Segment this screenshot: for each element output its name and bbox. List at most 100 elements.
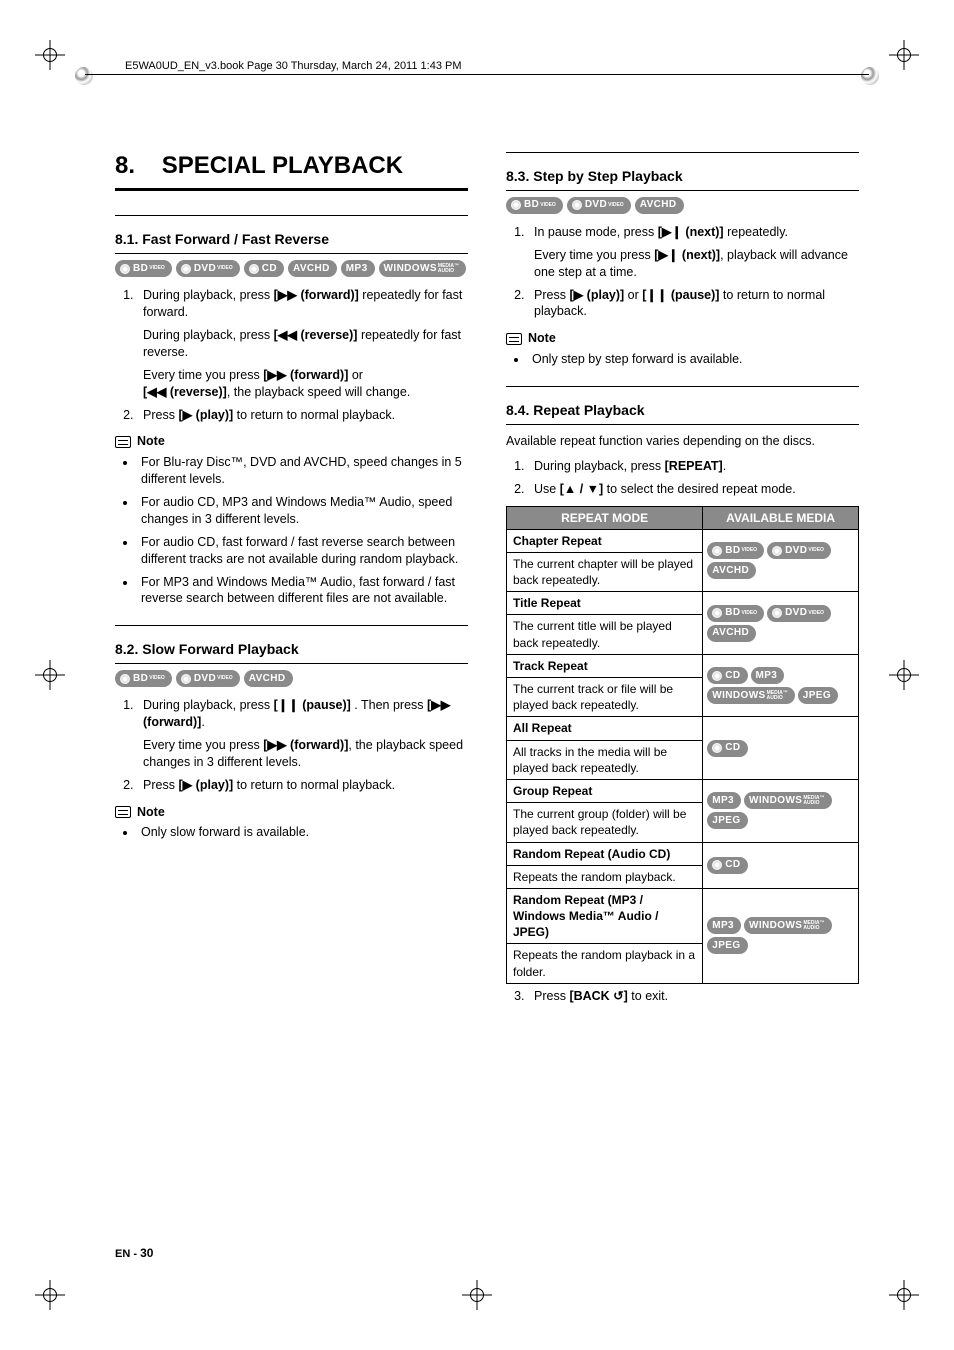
badge-main: MP3 xyxy=(756,671,778,681)
repeat-mode-desc: The current track or file will be played… xyxy=(507,678,703,717)
badge-main: MP3 xyxy=(346,264,368,274)
step-1-extra2: Every time you press [▶▶ (forward)] or xyxy=(143,368,363,382)
badge-sub: VIDEO xyxy=(217,266,233,271)
badge-main: AVCHD xyxy=(712,566,749,576)
badge-main: WINDOWS xyxy=(749,796,802,806)
running-header: E5WA0UD_EN_v3.book Page 30 Thursday, Mar… xyxy=(125,60,462,72)
badge-mp3: MP3 xyxy=(751,667,785,684)
disc-icon xyxy=(572,200,582,210)
disc-icon xyxy=(120,264,130,274)
disc-icon xyxy=(249,264,259,274)
section-8-3-title: 8.3. Step by Step Playback xyxy=(506,167,859,186)
badge-sub: MEDIA™AUDIO xyxy=(803,796,824,806)
note-heading: Note xyxy=(115,804,468,821)
disc-icon xyxy=(75,67,93,85)
disc-icon xyxy=(712,608,722,618)
repeat-mode-media: CD xyxy=(703,842,859,888)
footer-lang: EN xyxy=(115,1248,130,1260)
badge-sub: VIDEO xyxy=(217,676,233,681)
section-8-3-steps: In pause mode, press [▶❙ (next)] repeate… xyxy=(506,224,859,320)
repeat-mode-media: MP3WINDOWSMEDIA™AUDIOJPEG xyxy=(703,779,859,842)
badge-main: AVCHD xyxy=(249,674,286,684)
disc-icon xyxy=(712,860,722,870)
badge-main: MP3 xyxy=(712,921,734,931)
repeat-mode-desc: Repeats the random playback in a folder. xyxy=(507,944,703,983)
repeat-mode-name: Random Repeat (Audio CD) xyxy=(507,842,703,865)
badge-jpeg: JPEG xyxy=(707,937,747,954)
step-1-extra1: During playback, press [◀◀ (reverse)] re… xyxy=(143,327,468,361)
badge-sub: MEDIA™AUDIO xyxy=(438,264,459,274)
repeat-mode-desc: The current title will be played back re… xyxy=(507,615,703,654)
section-8-2-badges: BDVIDEODVDVIDEOAVCHD xyxy=(115,670,468,687)
section-8-3-badges: BDVIDEO DVDVIDEO AVCHD xyxy=(506,197,859,214)
badge-bd: BDVIDEO xyxy=(115,260,172,277)
note-label: Note xyxy=(528,330,556,347)
badge-bd: BDVIDEO xyxy=(707,605,764,622)
disc-icon xyxy=(181,264,191,274)
disc-icon xyxy=(712,546,722,556)
footer-page-number: 30 xyxy=(140,1246,153,1260)
badge-dvd: DVDVIDEO xyxy=(767,542,831,559)
page-body: 8. SPECIAL PLAYBACK 8.1. Fast Forward / … xyxy=(115,150,859,1240)
badge-sub: VIDEO xyxy=(808,548,824,553)
note-item: For Blu-ray Disc™, DVD and AVCHD, speed … xyxy=(137,454,468,488)
badge-wma: WINDOWSMEDIA™AUDIO xyxy=(707,687,794,704)
badge-main: AVCHD xyxy=(640,200,677,210)
repeat-mode-name: Chapter Repeat xyxy=(507,529,703,552)
crop-mark xyxy=(889,40,919,70)
section-8-2-notes: Only slow forward is available. xyxy=(115,824,468,841)
step-2: Use [▲ / ▼] to select the desired repeat… xyxy=(528,481,859,498)
note-item: For MP3 and Windows Media™ Audio, fast f… xyxy=(137,574,468,608)
badge-dvd: DVDVIDEO xyxy=(767,605,831,622)
note-icon xyxy=(115,436,131,448)
header-rule xyxy=(85,74,869,75)
section-8-1-notes: For Blu-ray Disc™, DVD and AVCHD, speed … xyxy=(115,454,468,607)
repeat-mode-name: All Repeat xyxy=(507,717,703,740)
badge-main: JPEG xyxy=(803,691,831,701)
badge-sub: VIDEO xyxy=(608,203,624,208)
badge-mp3: MP3 xyxy=(707,917,741,934)
crop-mark xyxy=(35,660,65,690)
badge-main: MP3 xyxy=(712,796,734,806)
badge-main: CD xyxy=(725,671,740,681)
badge-main: BD xyxy=(133,264,148,274)
section-8-4-title: 8.4. Repeat Playback xyxy=(506,401,859,420)
step-1: During playback, press [▶▶ (forward)] re… xyxy=(137,287,468,400)
badge-bd: BDVIDEO xyxy=(506,197,563,214)
note-item: For audio CD, MP3 and Windows Media™ Aud… xyxy=(137,494,468,528)
note-heading: Note xyxy=(115,433,468,450)
step-3: Press [BACK ↺] to exit. xyxy=(528,988,859,1005)
step-2: Press [▶ (play)] to return to normal pla… xyxy=(137,407,468,424)
badge-mp3: MP3 xyxy=(707,792,741,809)
disc-icon xyxy=(861,67,879,85)
step-1-extra1: Every time you press [▶▶ (forward)], the… xyxy=(143,737,468,771)
badge-sub: MEDIA™AUDIO xyxy=(767,691,788,701)
badge-main: CD xyxy=(262,264,277,274)
crop-mark xyxy=(35,40,65,70)
right-column: 8.3. Step by Step Playback BDVIDEODVDVID… xyxy=(506,150,859,1240)
section-8-1-badges: BDVIDEODVDVIDEOCDAVCHDMP3WINDOWSMEDIA™AU… xyxy=(115,260,468,277)
section-8-4-intro: Available repeat function varies dependi… xyxy=(506,433,859,450)
chapter-number: 8. xyxy=(115,152,135,179)
badge-main: DVD xyxy=(585,200,607,210)
badge-sub: VIDEO xyxy=(808,611,824,616)
section-8-4-step3: Press [BACK ↺] to exit. xyxy=(506,988,859,1005)
note-item: Only step by step forward is available. xyxy=(528,351,859,368)
crop-mark xyxy=(462,1280,492,1310)
section-8-1-steps: During playback, press [▶▶ (forward)] re… xyxy=(115,287,468,423)
badge-main: AVCHD xyxy=(293,264,330,274)
badge-wma: WINDOWSMEDIA™AUDIO xyxy=(379,260,466,277)
step-1-extra1: Every time you press [▶❙ (next)], playba… xyxy=(534,247,859,281)
badge-avchd: AVCHD xyxy=(288,260,337,277)
badge-main: WINDOWS xyxy=(749,921,802,931)
badge-main: DVD xyxy=(785,546,807,556)
step-1: During playback, press [❙❙ (pause)] . Th… xyxy=(137,697,468,771)
step-1-body: During playback, press [❙❙ (pause)] . Th… xyxy=(143,698,450,729)
badge-sub: VIDEO xyxy=(742,548,758,553)
badge-dvd: DVDVIDEO xyxy=(176,260,240,277)
repeat-mode-table: REPEAT MODE AVAILABLE MEDIA Chapter Repe… xyxy=(506,506,859,984)
section-8-1-title: 8.1. Fast Forward / Fast Reverse xyxy=(115,230,468,249)
badge-wma: WINDOWSMEDIA™AUDIO xyxy=(744,792,831,809)
repeat-mode-media: MP3WINDOWSMEDIA™AUDIOJPEG xyxy=(703,888,859,983)
step-1-body: In pause mode, press [▶❙ (next)] repeate… xyxy=(534,225,788,239)
